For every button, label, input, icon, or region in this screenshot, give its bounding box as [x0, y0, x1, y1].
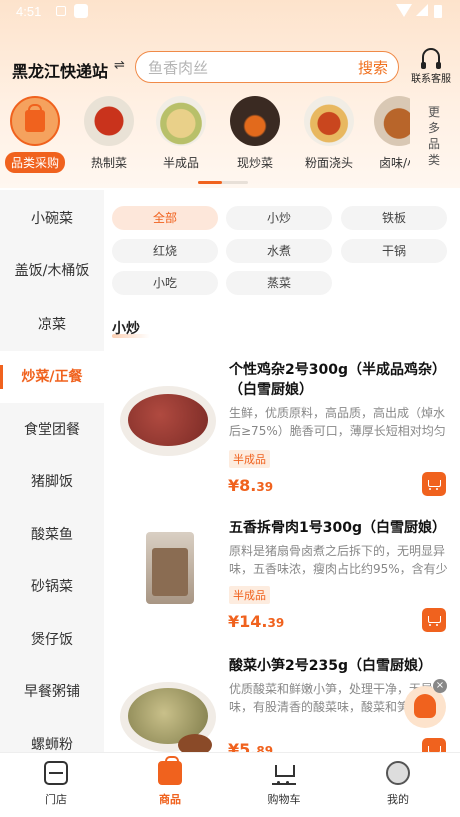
category-label: 热制菜 [90, 156, 127, 170]
customer-service-label: 联系客服 [411, 74, 451, 85]
product-description: 原料是猪扇骨卤煮之后拆下的，无明显异味，五香味浓，瘦肉占比约95%，含有少量筋膜 [229, 544, 448, 576]
status-time: 4:51 [16, 4, 42, 19]
signal-icon [416, 4, 428, 16]
product-title: 个性鸡杂2号300g（半成品鸡杂）（白雪厨娘） [229, 362, 446, 398]
switch-location-icon[interactable]: ⇌ [114, 58, 125, 73]
sidebar-item[interactable]: 小碗菜 [0, 193, 104, 245]
product-card[interactable]: 个性鸡杂2号300g（半成品鸡杂）（白雪厨娘） 生鲜，优质原料，高品质，高出成（… [104, 360, 460, 510]
section-title: 小炒 [112, 321, 140, 337]
filter-chip[interactable]: 小吃 [112, 271, 218, 295]
price-cents: 39 [267, 616, 285, 630]
cooked-dish-icon [84, 96, 134, 146]
search-input[interactable] [148, 58, 338, 78]
add-to-cart-button[interactable] [422, 472, 446, 496]
sidebar-item[interactable]: 煲仔饭 [0, 614, 104, 666]
product-image [118, 370, 218, 470]
semi-product-icon [156, 96, 206, 146]
category-item-cooked[interactable]: 热制菜 [76, 96, 142, 171]
filter-chip[interactable]: 干锅 [341, 239, 447, 263]
sidebar-item[interactable]: 凉菜 [0, 299, 104, 351]
category-item-semi[interactable]: 半成品 [148, 96, 214, 171]
product-content: 全部 小炒 铁板 红烧 水煮 干锅 小吃 蒸菜 小炒 个性鸡杂2号300g（半成… [104, 190, 460, 752]
battery-icon [434, 5, 442, 18]
shop-basket-icon [10, 96, 60, 146]
price-integer: ¥14. [228, 612, 268, 631]
location-label[interactable]: 黑龙江快递站 [12, 58, 108, 82]
stir-fry-icon [230, 96, 280, 146]
category-item-purchase[interactable]: 品类采购 [2, 96, 68, 173]
category-label: 现炒菜 [236, 156, 273, 170]
cart-icon [272, 761, 296, 785]
category-item-braised[interactable]: 卤味/小 [366, 96, 410, 171]
scroll-thumb [198, 181, 222, 184]
add-to-cart-button[interactable] [422, 738, 446, 752]
price-cents: 39 [256, 480, 274, 494]
price-cents: 89 [256, 744, 274, 752]
nav-label: 我的 [387, 793, 409, 806]
status-bar: 4:51 [0, 0, 460, 26]
filter-chip[interactable]: 水煮 [226, 239, 332, 263]
filter-chip-active[interactable]: 全部 [112, 206, 218, 230]
category-item-noodle[interactable]: 粉面浇头 [296, 96, 362, 171]
filter-chip[interactable]: 小炒 [226, 206, 332, 230]
price-integer: ¥5. [228, 740, 257, 752]
notification-icon [56, 6, 66, 16]
wifi-icon [396, 4, 412, 17]
more-categories-button[interactable]: 更多品类 [414, 104, 454, 168]
product-tag: 半成品 [229, 450, 270, 468]
bottom-nav: 门店 商品 购物车 我的 [0, 752, 460, 817]
category-label: 卤味/小 [378, 156, 410, 170]
headset-icon [421, 48, 441, 69]
nav-item-store[interactable]: 门店 [16, 761, 96, 807]
store-icon [44, 761, 68, 785]
product-description: 生鲜，优质原料，高品质，高出成（焯水后≥75%）脆香可口，薄厚长短相对均匀 [229, 406, 446, 438]
sidebar-item[interactable]: 砂锅菜 [0, 561, 104, 613]
product-image [118, 528, 218, 628]
category-item-stirfry[interactable]: 现炒菜 [222, 96, 288, 171]
product-title: 酸菜小笋2号235g（白雪厨娘） [229, 658, 432, 674]
category-label: 半成品 [162, 156, 199, 170]
product-price: ¥5.89 [228, 740, 273, 752]
noodle-topping-icon [304, 96, 354, 146]
category-strip: 品类采购 热制菜 半成品 现炒菜 粉面浇头 卤味/小 [0, 96, 410, 180]
nav-label: 门店 [45, 793, 67, 806]
customer-service-button[interactable]: 联系客服 [404, 48, 458, 85]
add-to-cart-button[interactable] [422, 608, 446, 632]
category-scroll-indicator [198, 181, 248, 184]
product-price: ¥8.39 [228, 476, 273, 495]
price-integer: ¥8. [228, 476, 257, 495]
product-image [118, 666, 218, 752]
nav-item-cart[interactable]: 购物车 [244, 761, 324, 807]
search-box[interactable]: 搜索 [135, 51, 399, 83]
nav-label: 购物车 [267, 793, 301, 806]
sidebar-item-active[interactable]: 炒菜/正餐 [0, 351, 104, 403]
sidebar-item[interactable]: 早餐粥铺 [0, 666, 104, 718]
bag-icon [158, 756, 182, 785]
sidebar-item[interactable]: 盖饭/木桶饭 [0, 245, 104, 297]
nav-item-mine[interactable]: 我的 [358, 761, 438, 807]
search-button[interactable]: 搜索 [358, 57, 388, 78]
product-card[interactable]: 五香拆骨肉1号300g（白雪厨娘） 原料是猪扇骨卤煮之后拆下的，无明显异味，五香… [104, 518, 460, 668]
filter-chip[interactable]: 红烧 [112, 239, 218, 263]
sidebar-item[interactable]: 酸菜鱼 [0, 509, 104, 561]
filter-chip[interactable]: 蒸菜 [226, 271, 332, 295]
close-icon[interactable]: × [433, 679, 447, 693]
app-notification-icon [74, 4, 88, 18]
product-title: 五香拆骨肉1号300g（白雪厨娘） [229, 520, 446, 536]
nav-label: 商品 [159, 793, 181, 806]
product-tag: 半成品 [229, 586, 270, 604]
category-label: 粉面浇头 [304, 156, 353, 170]
sidebar-item[interactable]: 猪脚饭 [0, 456, 104, 508]
braised-icon [374, 96, 410, 146]
filter-chip[interactable]: 铁板 [341, 206, 447, 230]
category-label: 品类采购 [4, 152, 65, 173]
nav-item-products[interactable]: 商品 [130, 756, 210, 807]
header: 黑龙江快递站 ⇌ 搜索 联系客服 [0, 46, 460, 90]
more-categories-label: 更多品类 [427, 105, 440, 167]
product-price: ¥14.39 [228, 612, 284, 631]
sidebar-item[interactable]: 食堂团餐 [0, 404, 104, 456]
sidebar-item[interactable]: 螺蛳粉 [0, 719, 104, 752]
mine-icon [386, 761, 410, 785]
sidebar: 小碗菜 盖饭/木桶饭 凉菜 炒菜/正餐 食堂团餐 猪脚饭 酸菜鱼 砂锅菜 煲仔饭… [0, 190, 104, 752]
